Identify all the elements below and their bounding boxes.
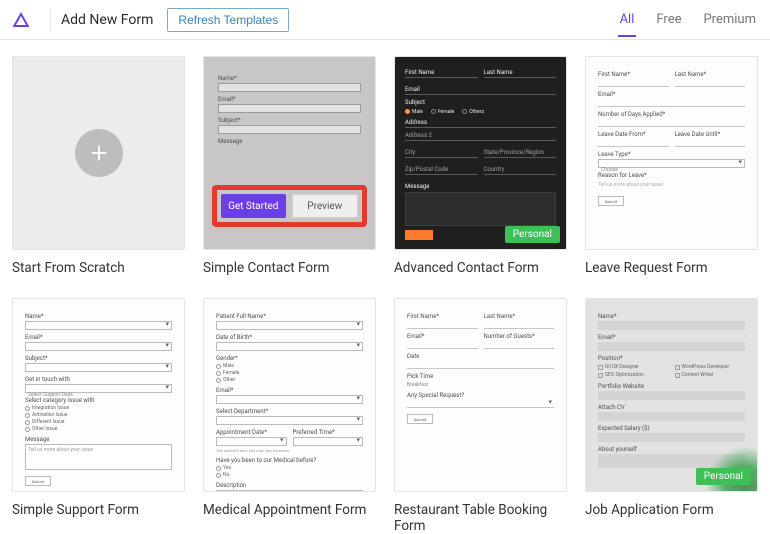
filter-tabs: All Free Premium — [618, 2, 758, 37]
template-card-simple-contact[interactable]: Name* Email* Subject* Message Get Starte… — [203, 56, 376, 276]
template-grid: Start From Scratch Name* Email* Subject*… — [0, 40, 770, 534]
template-card-simple-support[interactable]: Name* Email* Subject* Get in touch with … — [12, 298, 185, 534]
template-card-medical-appointment[interactable]: Patient Full Name* Date of Birth* Gender… — [203, 298, 376, 534]
app-logo-icon — [12, 11, 30, 29]
template-title: Simple Contact Form — [203, 260, 376, 276]
personal-badge: Personal — [696, 468, 751, 485]
refresh-templates-button[interactable]: Refresh Templates — [167, 8, 289, 32]
submit-button-icon: Submit — [25, 476, 51, 486]
template-thumb: First Name Last Name Email Subject Male … — [394, 56, 567, 250]
personal-badge: Personal — [505, 226, 560, 243]
plus-icon — [75, 129, 123, 177]
template-thumb: Name* Email* Subject* Get in touch with … — [12, 298, 185, 492]
template-title: Advanced Contact Form — [394, 260, 567, 276]
template-card-leave-request[interactable]: First Name* Last Name* Email* Number of … — [585, 56, 758, 276]
get-started-button[interactable]: Get Started — [221, 194, 286, 218]
template-title: Simple Support Form — [12, 502, 185, 518]
tab-all[interactable]: All — [618, 2, 637, 37]
template-card-advanced-contact[interactable]: First Name Last Name Email Subject Male … — [394, 56, 567, 276]
template-card-job-application[interactable]: Name* Email* Position* UI/UX Designer Wo… — [585, 298, 758, 534]
template-thumb: Name* Email* Subject* Message Get Starte… — [203, 56, 376, 250]
submit-button-icon: Submit — [407, 414, 433, 424]
divider — [50, 9, 51, 31]
template-title: Restaurant Table Booking Form — [394, 502, 567, 534]
submit-button-icon: Submit — [598, 196, 624, 206]
template-title: Start From Scratch — [12, 260, 185, 276]
preview-button[interactable]: Preview — [292, 194, 359, 218]
template-card-scratch[interactable]: Start From Scratch — [12, 56, 185, 276]
tab-free[interactable]: Free — [654, 2, 683, 37]
template-thumb — [12, 56, 185, 250]
hover-actions-highlight: Get Started Preview — [212, 185, 367, 227]
submit-button-icon — [405, 230, 433, 240]
template-thumb: First Name* Last Name* Email* Number of … — [585, 56, 758, 250]
template-title: Leave Request Form — [585, 260, 758, 276]
template-thumb: Name* Email* Position* UI/UX Designer Wo… — [585, 298, 758, 492]
page-title: Add New Form — [61, 12, 153, 28]
tab-premium[interactable]: Premium — [701, 2, 758, 37]
template-thumb: First Name* Last Name* Email* Number of … — [394, 298, 567, 492]
header: Add New Form Refresh Templates All Free … — [0, 0, 770, 40]
template-title: Medical Appointment Form — [203, 502, 376, 518]
template-title: Job Application Form — [585, 502, 758, 518]
template-card-restaurant-booking[interactable]: First Name* Last Name* Email* Number of … — [394, 298, 567, 534]
template-thumb: Patient Full Name* Date of Birth* Gender… — [203, 298, 376, 492]
